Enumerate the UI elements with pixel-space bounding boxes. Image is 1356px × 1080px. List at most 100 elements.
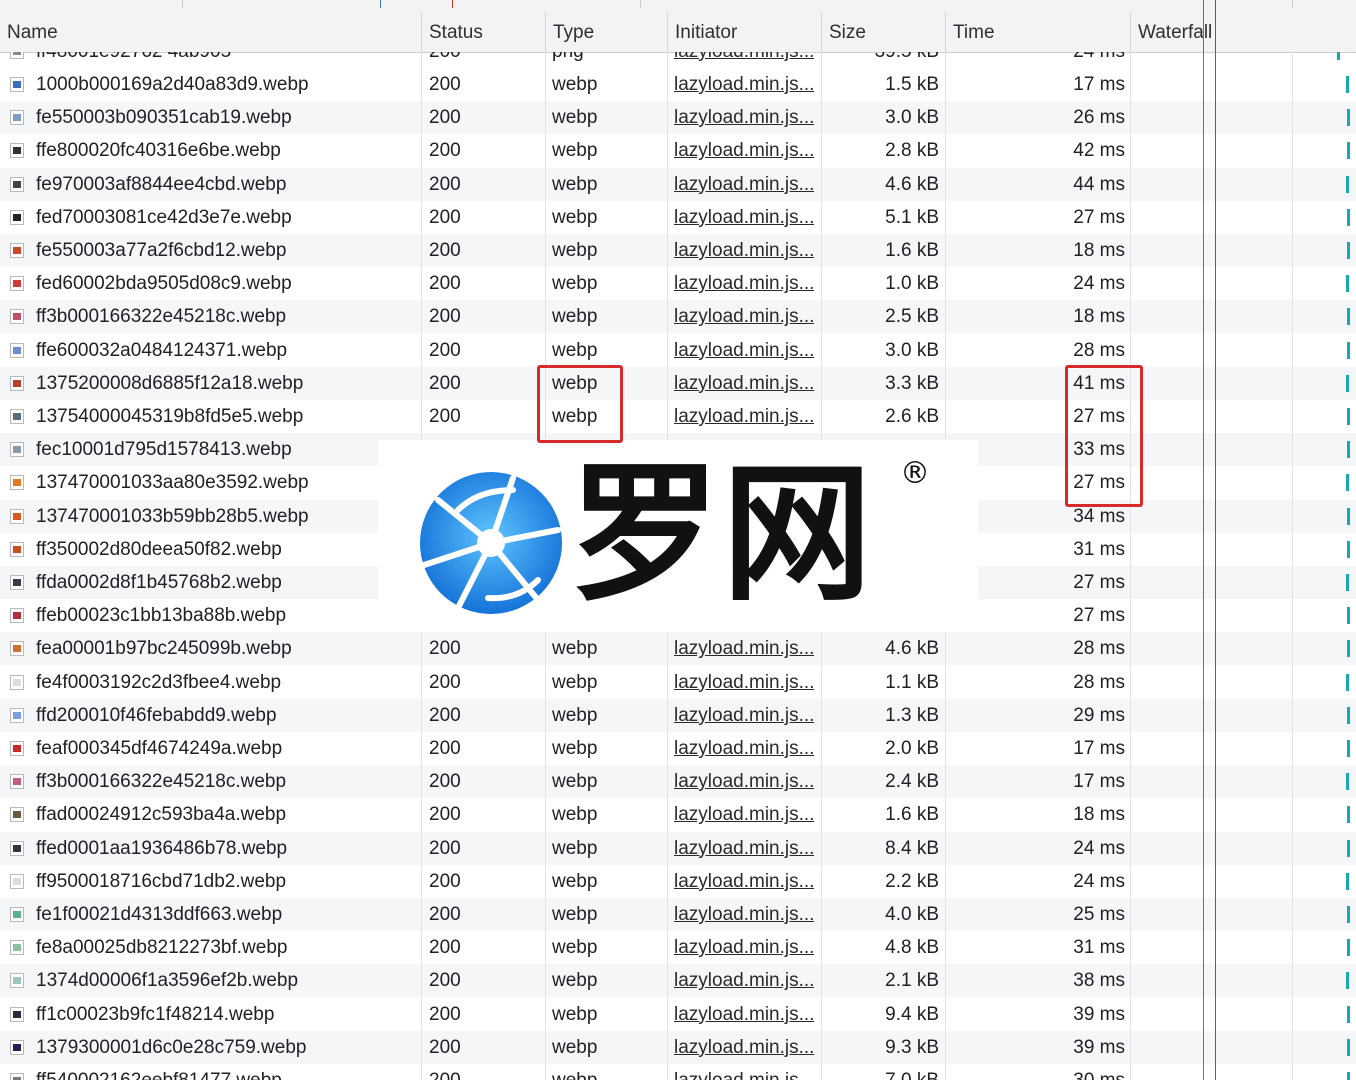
request-row[interactable]: fe1f00021d4313ddf663.webp 200 webp lazyload… [0,898,1356,931]
request-row[interactable]: ffad00024912c593ba4a.webp 200 webp lazyload… [0,798,1356,831]
request-row[interactable]: 13754000045319b8fd5e5.webp 200 webp lazyloa… [0,400,1356,433]
request-initiator-link[interactable]: lazyload.min.js... [674,832,814,865]
request-row[interactable]: fed60002bda9505d08c9.webp 200 webp lazyload… [0,267,1356,300]
request-size: 1.6 kB [885,240,939,261]
request-initiator-link[interactable]: lazyload.min.js... [674,632,814,665]
request-initiator-link[interactable]: lazyload.min.js... [674,898,814,931]
request-initiator-link[interactable]: lazyload.min.js... [674,1031,814,1064]
request-name[interactable]: fed70003081ce42d3e7e.webp [0,201,421,234]
request-row[interactable]: feaf000345df4674249a.webp 200 webp lazyload… [0,732,1356,765]
request-row[interactable]: ff3b000166322e45218c.webp 200 webp lazyload… [0,300,1356,334]
request-row[interactable]: ff48001e92762 4ab905 200 png lazyload.min.j… [0,52,1356,68]
request-type: webp [552,140,598,162]
request-row[interactable]: ffe600032a0484124371.webp 200 webp lazyload… [0,334,1356,367]
request-initiator-link[interactable]: lazyload.min.js... [674,798,814,831]
request-initiator-link[interactable]: lazyload.min.js... [674,998,814,1031]
request-initiator-link[interactable]: lazyload.min.js... [674,168,814,201]
column-header-name[interactable]: Name [0,12,422,52]
column-header-waterfall[interactable]: Waterfall [1131,12,1356,52]
request-name[interactable]: ff540002162eebf81477.webp [0,1064,421,1080]
request-initiator-link[interactable]: lazyload.min.js... [674,234,814,267]
request-name[interactable]: ff3b000166322e45218c.webp [0,300,421,333]
column-header-status[interactable]: Status [422,12,546,52]
request-row[interactable]: ffed0001aa1936486b78.webp 200 webp lazyload… [0,831,1356,865]
request-row[interactable]: fe550003a77a2f6cbd12.webp 200 webp lazyload… [0,234,1356,267]
request-name[interactable]: 1375200008d6885f12a18.webp [0,367,421,400]
request-initiator-link[interactable]: lazyload.min.js... [674,964,814,997]
request-initiator-link[interactable]: lazyload.min.js... [674,300,814,333]
column-header-time[interactable]: Time [946,12,1131,52]
column-header-type[interactable]: Type [546,12,668,52]
waterfall-bar [1347,806,1350,824]
request-name[interactable]: fe970003af8844ee4cbd.webp [0,168,421,201]
request-name[interactable]: ff9500018716cbd71db2.webp [0,865,421,898]
request-name[interactable]: fe4f0003192c2d3fbee4.webp [0,666,421,699]
request-status: 200 [429,406,461,427]
request-name[interactable]: ff48001e92762 4ab905 [0,52,421,68]
request-row[interactable]: fe4f0003192c2d3fbee4.webp 200 webp lazyload… [0,666,1356,699]
request-initiator-link[interactable]: lazyload.min.js... [674,101,814,134]
request-name[interactable]: fe8a00025db8212273bf.webp [0,931,421,964]
request-status: 200 [429,52,539,68]
request-initiator-link[interactable]: lazyload.min.js... [674,400,814,433]
request-row[interactable]: 1379300001d6c0e28c759.webp 200 webp lazyloa… [0,1030,1356,1064]
waterfall-domcontentloaded-line [1203,0,1204,1080]
request-row[interactable]: fe550003b090351cab19.webp 200 webp lazyload… [0,101,1356,135]
request-name[interactable]: 1379300001d6c0e28c759.webp [0,1031,421,1064]
request-row[interactable]: fea00001b97bc245099b.webp 200 webp lazyload… [0,632,1356,666]
request-initiator-link[interactable]: lazyload.min.js... [674,931,814,964]
request-row[interactable]: ffe800020fc40316e6be.webp 200 webp lazyload… [0,134,1356,167]
request-initiator-link[interactable]: lazyload.min.js... [674,334,814,367]
request-row[interactable]: ff1c00023b9fc1f48214.webp 200 webp lazyload… [0,998,1356,1031]
request-row[interactable]: 1374d00006f1a3596ef2b.webp 200 webp lazyloa… [0,964,1356,998]
request-name[interactable]: ff350002d80deea50f82.webp [0,533,421,566]
request-row[interactable]: 1000b000169a2d40a83d9.webp 200 webp lazyloa… [0,68,1356,101]
request-name[interactable]: ffed0001aa1936486b78.webp [0,832,421,865]
request-name[interactable]: 1000b000169a2d40a83d9.webp [0,68,421,101]
request-name[interactable]: fea00001b97bc245099b.webp [0,632,421,665]
column-header-size[interactable]: Size [822,12,946,52]
request-row[interactable]: 1375200008d6885f12a18.webp 200 webp lazyloa… [0,366,1356,400]
column-header-initiator[interactable]: Initiator [668,12,822,52]
request-initiator-link[interactable]: lazyload.min.js... [674,134,814,167]
request-initiator-link[interactable]: lazyload.min.js... [674,267,814,300]
request-initiator-link[interactable]: lazyload.min.js... [674,765,814,798]
request-name[interactable]: 137470001033b59bb28b5.webp [0,500,421,533]
request-name[interactable]: 137470001033aa80e3592.webp [0,466,421,499]
request-name[interactable]: fe550003a77a2f6cbd12.webp [0,234,421,267]
request-initiator-link[interactable]: lazyload.min.js... [674,367,814,400]
request-initiator-link[interactable]: lazyload.min.js... [674,732,814,765]
request-initiator-link[interactable]: lazyload.min.js... [674,1064,814,1080]
request-row[interactable]: ff540002162eebf81477.webp 200 webp lazyload… [0,1064,1356,1080]
request-name[interactable]: ffe800020fc40316e6be.webp [0,134,421,167]
request-name[interactable]: 1374d00006f1a3596ef2b.webp [0,964,421,997]
request-initiator-link[interactable]: lazyload.min.js... [674,52,814,68]
request-name[interactable]: ff3b000166322e45218c.webp [0,765,421,798]
request-initiator-link[interactable]: lazyload.min.js... [674,666,814,699]
request-row[interactable]: fe8a00025db8212273bf.webp 200 webp lazyload… [0,931,1356,964]
request-status: 200 [429,306,461,328]
request-name[interactable]: fec10001d795d1578413.webp [0,433,421,466]
request-name[interactable]: ffe600032a0484124371.webp [0,334,421,367]
request-initiator-link[interactable]: lazyload.min.js... [674,699,814,732]
request-type: webp [552,738,598,759]
request-name[interactable]: ffd200010f46febabdd9.webp [0,699,421,732]
request-row[interactable]: ffd200010f46febabdd9.webp 200 webp lazyload… [0,698,1356,732]
request-name[interactable]: fe1f00021d4313ddf663.webp [0,898,421,931]
request-row[interactable]: ff9500018716cbd71db2.webp 200 webp lazyload… [0,865,1356,898]
request-name[interactable]: ff1c00023b9fc1f48214.webp [0,998,421,1031]
request-row[interactable]: fe970003af8844ee4cbd.webp 200 webp lazyload… [0,167,1356,201]
request-time: 17 ms [1073,771,1125,793]
request-initiator-link[interactable]: lazyload.min.js... [674,68,814,101]
request-row[interactable]: ff3b000166322e45218c.webp 200 webp lazyload… [0,765,1356,799]
request-name[interactable]: 13754000045319b8fd5e5.webp [0,400,421,433]
request-name[interactable]: ffeb00023c1bb13ba88b.webp [0,599,421,632]
request-name[interactable]: feaf000345df4674249a.webp [0,732,421,765]
request-name[interactable]: fed60002bda9505d08c9.webp [0,267,421,300]
request-row[interactable]: fed70003081ce42d3e7e.webp 200 webp lazyload… [0,201,1356,234]
request-initiator-link[interactable]: lazyload.min.js... [674,201,814,234]
request-initiator-link[interactable]: lazyload.min.js... [674,865,814,898]
request-name[interactable]: ffad00024912c593ba4a.webp [0,798,421,831]
request-name[interactable]: ffda0002d8f1b45768b2.webp [0,566,421,599]
request-name[interactable]: fe550003b090351cab19.webp [0,101,421,134]
